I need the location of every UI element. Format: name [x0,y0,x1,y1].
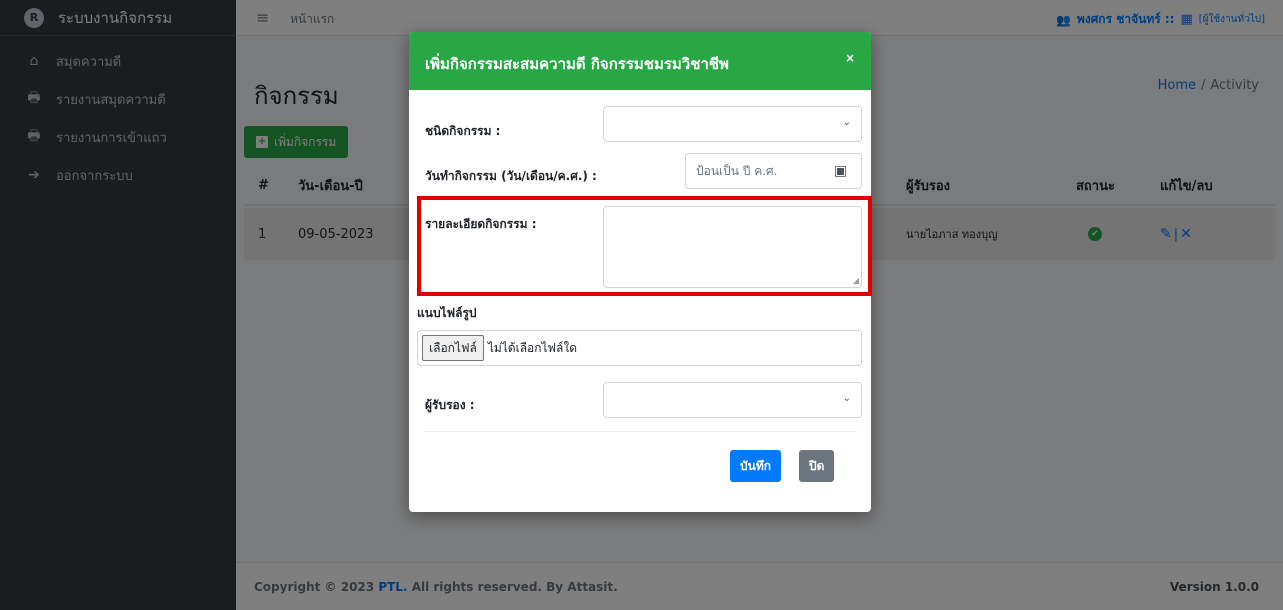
photo-attach-label: แนบไฟล์รูป [417,306,477,320]
modal-footer-divider [425,431,857,432]
activity-type-label: ชนิดกิจกรรม : [425,124,501,138]
activity-details-label: รายละเอียดกิจกรรม : [425,217,537,231]
resize-handle-icon[interactable]: ◢ [853,276,859,285]
activity-date-label: วันทำกิจกรรม (วัน/เดือน/ค.ศ.) : [425,169,597,183]
modal-close-icon[interactable]: × [845,51,855,65]
approver-label: ผู้รับรอง : [425,398,475,412]
activity-type-select[interactable]: ⌄ [603,106,862,142]
save-button[interactable]: บันทึก [730,450,781,482]
modal-header: เพิ่มกิจกรรมสะสมความดี กิจกรรมชมรมวิชาชี… [409,32,871,90]
choose-file-button[interactable]: เลือกไฟล์ [422,335,484,361]
calendar-icon[interactable]: ▣ [820,153,862,189]
modal-title: เพิ่มกิจกรรมสะสมความดี กิจกรรมชมรมวิชาชี… [425,55,729,73]
activity-date-input[interactable]: ป้อนเป็น ปี ค.ศ. [685,153,821,189]
close-button[interactable]: ปิด [799,450,835,482]
chevron-down-icon: ⌄ [842,117,851,128]
add-activity-modal: เพิ่มกิจกรรมสะสมความดี กิจกรรมชมรมวิชาชี… [409,32,872,512]
activity-details-textarea[interactable]: ◢ [603,206,862,288]
approver-select[interactable]: ⌄ [603,382,862,418]
file-upload-field[interactable]: เลือกไฟล์ ไม่ได้เลือกไฟล์ใด [417,330,862,366]
file-status: ไม่ได้เลือกไฟล์ใด [487,340,578,355]
chevron-down-icon: ⌄ [842,393,851,404]
